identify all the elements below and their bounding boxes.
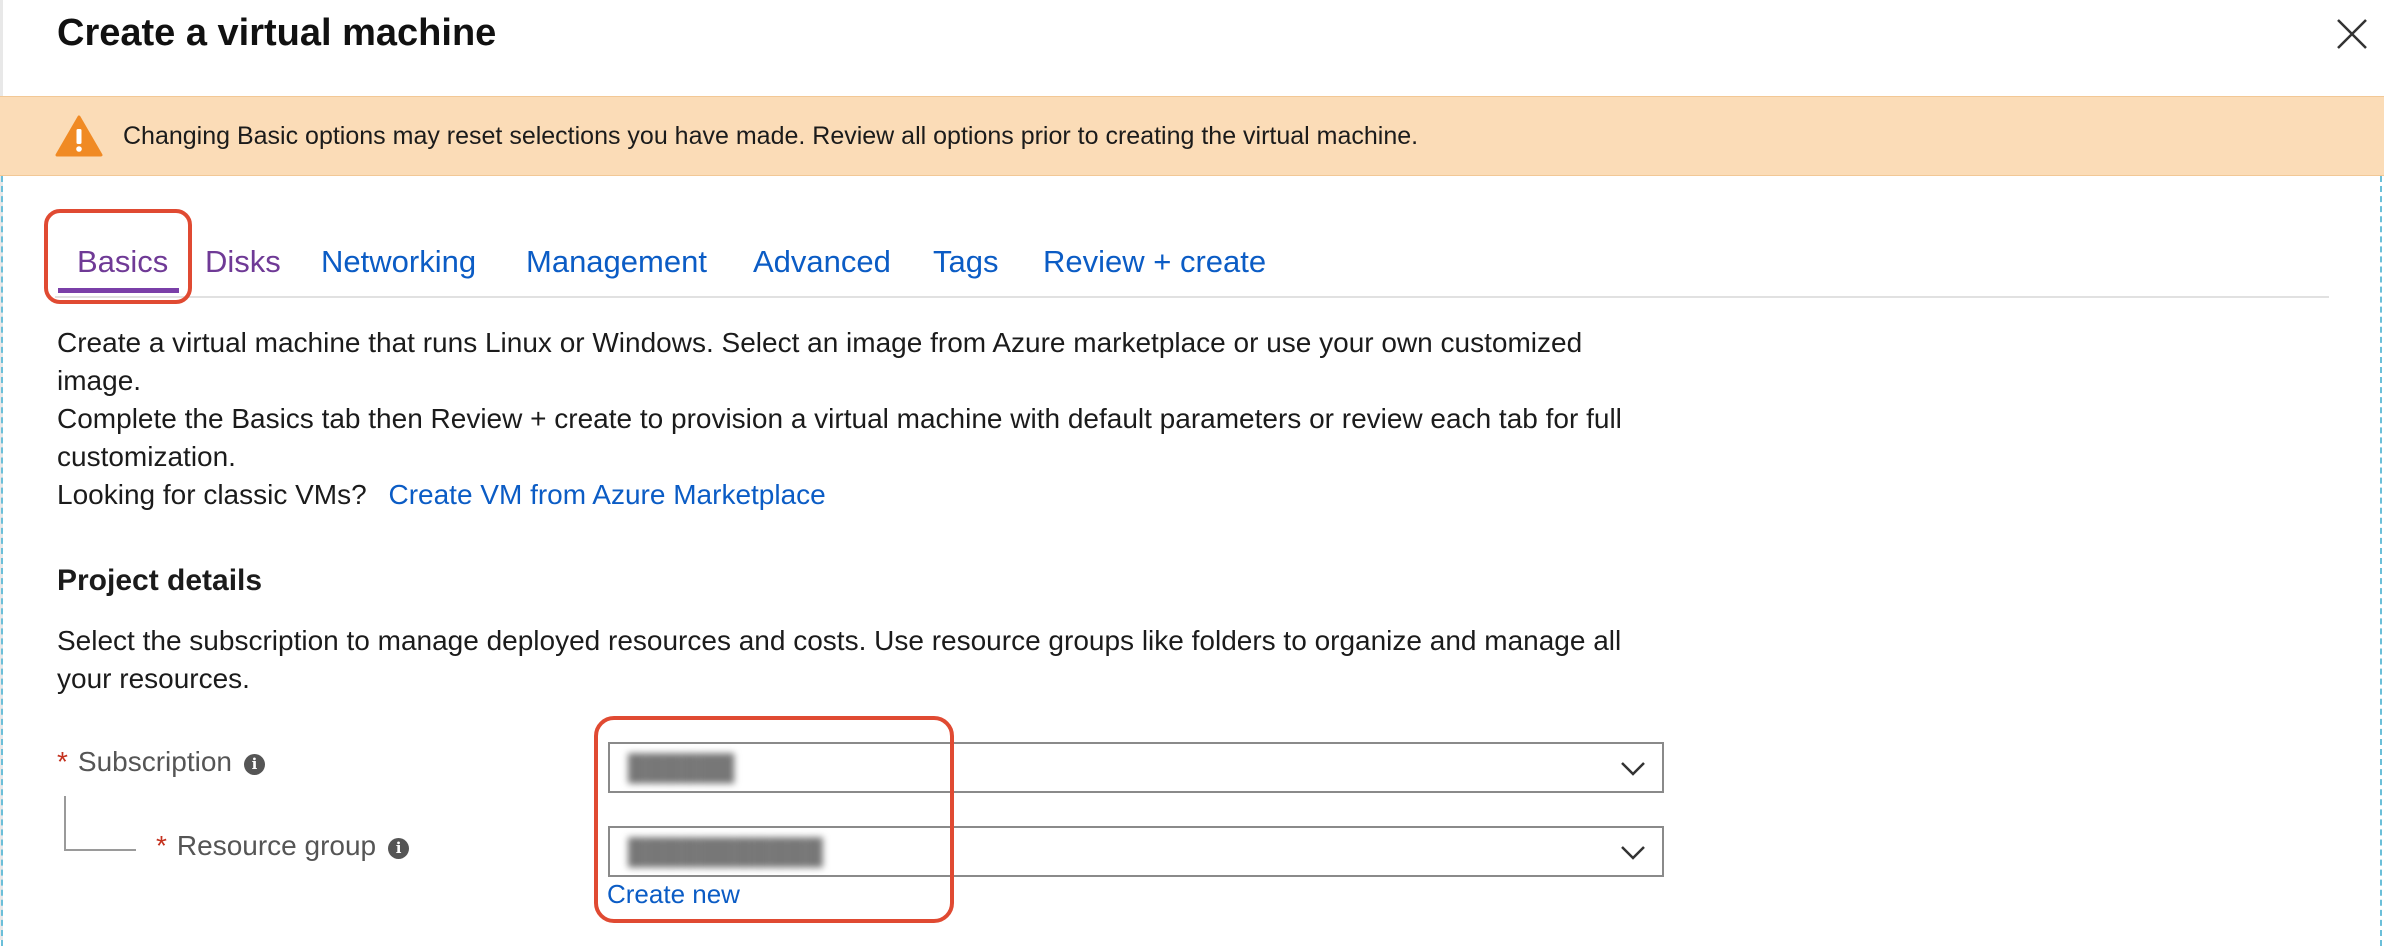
chevron-down-icon <box>1620 842 1646 862</box>
warning-text: Changing Basic options may reset selecti… <box>123 122 1419 150</box>
selected-tab-indicator <box>58 288 179 293</box>
create-vm-marketplace-link[interactable]: Create VM from Azure Marketplace <box>388 479 825 510</box>
subscription-label: * Subscription i <box>57 746 265 778</box>
required-asterisk: * <box>156 830 167 861</box>
chevron-down-icon <box>1620 758 1646 778</box>
tab-review-create[interactable]: Review + create <box>1043 244 1266 280</box>
classic-vm-row: Looking for classic VMs? Create VM from … <box>57 479 826 511</box>
warning-banner: Changing Basic options may reset selecti… <box>0 96 2384 176</box>
intro-text-line-4: customization. <box>57 441 236 472</box>
project-details-desc-line-2: your resources. <box>57 663 250 694</box>
tab-basics[interactable]: Basics <box>77 244 168 280</box>
tab-disks[interactable]: Disks <box>205 244 281 280</box>
tab-bar: Basics Disks Networking Management Advan… <box>55 220 2329 298</box>
page-title: Create a virtual machine <box>57 12 497 54</box>
project-details-heading: Project details <box>57 564 263 597</box>
tab-tags[interactable]: Tags <box>933 244 998 280</box>
project-details-desc-line-1: Select the subscription to manage deploy… <box>57 625 1622 656</box>
subscription-label-text: Subscription <box>77 746 232 777</box>
resource-group-dropdown[interactable]: ███████████ <box>608 826 1664 877</box>
tab-management[interactable]: Management <box>526 244 707 280</box>
intro-text-line-1: Create a virtual machine that runs Linux… <box>57 327 1583 358</box>
info-icon[interactable]: i <box>388 838 410 859</box>
resource-group-value: ███████████ <box>628 838 823 866</box>
intro-text-line-2: image. <box>57 365 142 396</box>
required-asterisk: * <box>57 746 68 777</box>
classic-vm-prompt: Looking for classic VMs? <box>57 479 367 510</box>
subscription-value: ██████ <box>628 754 735 782</box>
close-icon[interactable] <box>2332 14 2372 54</box>
resource-group-label-text: Resource group <box>176 830 377 861</box>
create-new-resource-group-link[interactable]: Create new <box>607 879 740 910</box>
tab-advanced[interactable]: Advanced <box>753 244 891 280</box>
subscription-dropdown[interactable]: ██████ <box>608 742 1664 793</box>
info-icon[interactable]: i <box>244 754 265 775</box>
resource-group-label: * Resource group i <box>156 830 410 862</box>
tree-connector <box>64 796 136 851</box>
tab-networking[interactable]: Networking <box>321 244 476 280</box>
intro-text-line-3: Complete the Basics tab then Review + cr… <box>57 403 1622 434</box>
warning-triangle-icon <box>55 114 103 158</box>
